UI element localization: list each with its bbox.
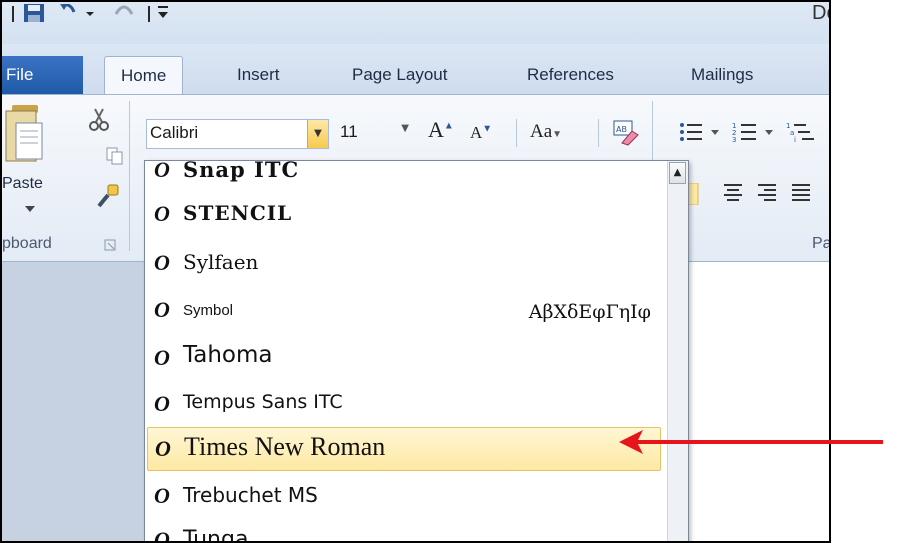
opentype-icon: O bbox=[154, 160, 170, 182]
font-item-sylfaen[interactable]: O Sylfaen bbox=[147, 242, 661, 286]
paste-icon[interactable] bbox=[4, 101, 44, 167]
window-title: Do bbox=[812, 2, 831, 24]
font-item-label: Symbol bbox=[183, 302, 234, 319]
opentype-icon: O bbox=[154, 483, 170, 508]
svg-text:3: 3 bbox=[732, 136, 736, 143]
paste-button[interactable]: Paste bbox=[2, 175, 43, 193]
tab-file[interactable]: File bbox=[0, 56, 83, 94]
opentype-icon: O bbox=[154, 297, 170, 322]
svg-text:AB: AB bbox=[616, 125, 627, 134]
numbering-icon[interactable]: 1 2 3 bbox=[732, 121, 778, 143]
font-item-trebuchet-ms[interactable]: O Trebuchet MS bbox=[147, 475, 661, 519]
tab-mailings[interactable]: Mailings bbox=[691, 56, 753, 94]
font-name-combobox[interactable]: Calibri ▼ bbox=[146, 119, 329, 149]
customize-toolbar-icon[interactable] bbox=[156, 4, 170, 22]
font-item-label: STENCIL bbox=[183, 201, 293, 225]
opentype-icon: O bbox=[154, 201, 170, 226]
justify-icon[interactable] bbox=[791, 183, 811, 201]
font-name-dropdown-icon[interactable]: ▼ bbox=[307, 120, 328, 148]
dialog-launcher-icon[interactable] bbox=[104, 239, 116, 251]
align-right-icon[interactable] bbox=[757, 183, 777, 201]
divider bbox=[516, 119, 517, 147]
change-case-button[interactable]: Aa▼ bbox=[530, 121, 562, 143]
cut-icon[interactable] bbox=[88, 107, 110, 131]
toolbar-separator bbox=[148, 6, 150, 22]
format-painter-icon[interactable] bbox=[96, 183, 122, 209]
font-item-tempus-sans-itc[interactable]: O Tempus Sans ITC bbox=[147, 383, 661, 427]
opentype-icon: O bbox=[154, 527, 170, 543]
bullets-icon[interactable] bbox=[678, 121, 724, 143]
opentype-icon: O bbox=[154, 250, 170, 275]
multilevel-list-icon[interactable]: 1 a i bbox=[786, 121, 826, 143]
font-item-tunga[interactable]: O Tunga bbox=[147, 519, 661, 543]
opentype-icon: O bbox=[155, 436, 171, 461]
font-name-value: Calibri bbox=[150, 123, 199, 142]
change-case-label: Aa bbox=[530, 121, 553, 142]
font-item-tahoma[interactable]: O Tahoma bbox=[147, 337, 661, 381]
tab-home[interactable]: Home bbox=[104, 56, 184, 95]
word-window: Do File Home Insert Page Layout Referenc… bbox=[0, 0, 831, 543]
group-separator bbox=[129, 101, 130, 251]
tab-insert[interactable]: Insert bbox=[237, 56, 280, 94]
font-item-symbol[interactable]: O Symbol ΑβΧδΕφΓηΙφ bbox=[147, 289, 661, 333]
quick-access-toolbar: Do bbox=[0, 0, 831, 44]
opentype-icon: O bbox=[154, 345, 170, 370]
font-sample: ΑβΧδΕφΓηΙφ bbox=[528, 301, 651, 323]
divider bbox=[598, 119, 599, 147]
font-item-label: Times New Roman bbox=[184, 432, 386, 461]
font-item-label: Tempus Sans ITC bbox=[183, 391, 343, 413]
font-size-dropdown-icon[interactable]: ▼ bbox=[401, 123, 409, 134]
undo-icon[interactable] bbox=[58, 4, 98, 22]
tab-references[interactable]: References bbox=[527, 56, 614, 94]
font-dropdown-list[interactable]: O Snap ITC O STENCIL O Sylfaen O Symbol … bbox=[144, 160, 689, 543]
grow-font-icon[interactable]: A▲ bbox=[428, 117, 454, 143]
align-center-icon[interactable] bbox=[723, 183, 743, 201]
scroll-up-icon[interactable]: ▲ bbox=[669, 162, 686, 184]
opentype-icon: O bbox=[154, 391, 170, 416]
font-item-label: Tunga bbox=[183, 527, 249, 543]
font-item-label: Snap ITC bbox=[183, 160, 300, 182]
font-item-label: Tahoma bbox=[183, 342, 273, 368]
group-label-clipboard: pboard bbox=[2, 235, 52, 252]
svg-text:i: i bbox=[794, 136, 796, 143]
red-arrow-icon bbox=[619, 430, 883, 454]
font-item-label: Sylfaen bbox=[183, 250, 259, 274]
font-list-scrollbar[interactable]: ▲ bbox=[667, 161, 688, 543]
font-item-times-new-roman[interactable]: O Times New Roman bbox=[147, 427, 661, 471]
align-left-icon[interactable] bbox=[688, 183, 710, 205]
change-case-dropdown-icon: ▼ bbox=[552, 129, 563, 140]
save-icon[interactable] bbox=[22, 4, 46, 22]
font-item-label: Trebuchet MS bbox=[183, 483, 318, 507]
shrink-font-icon[interactable]: A▼ bbox=[470, 123, 492, 143]
tab-page-layout[interactable]: Page Layout bbox=[352, 56, 447, 94]
ribbon-tabs: File Home Insert Page Layout References … bbox=[0, 44, 831, 95]
font-item-stencil[interactable]: O STENCIL bbox=[147, 193, 661, 237]
toolbar-separator bbox=[12, 6, 14, 22]
paste-dropdown-icon[interactable] bbox=[24, 205, 36, 213]
font-item-snap-itc[interactable]: O Snap ITC bbox=[147, 160, 661, 193]
font-size-combobox[interactable]: 11 ▼ bbox=[337, 119, 415, 149]
copy-icon[interactable] bbox=[106, 147, 124, 165]
clear-formatting-icon[interactable]: AB bbox=[612, 119, 640, 147]
redo-icon[interactable] bbox=[112, 4, 136, 22]
font-size-value: 11 bbox=[340, 122, 358, 141]
group-label-paragraph: Pa bbox=[812, 235, 831, 252]
